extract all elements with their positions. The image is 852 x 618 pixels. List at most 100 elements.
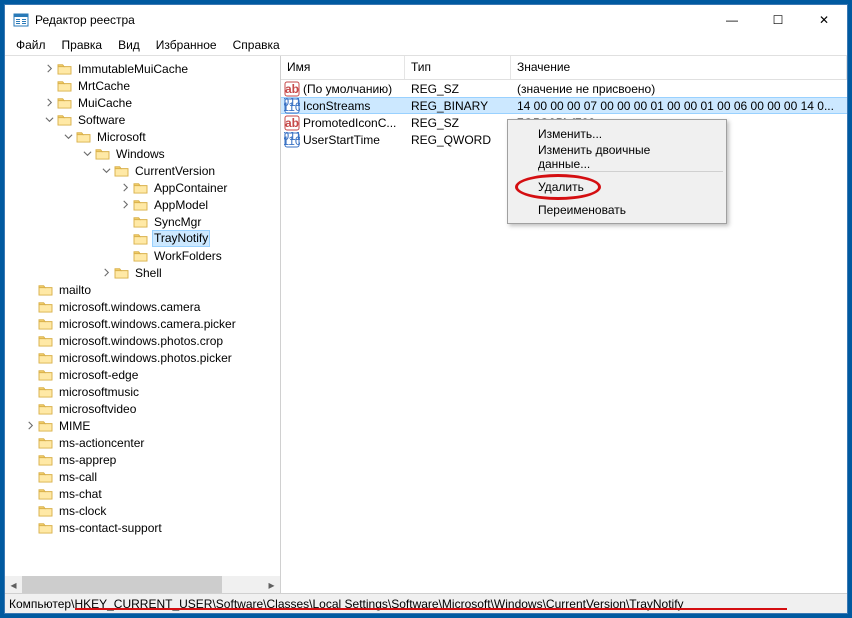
header-value[interactable]: Значение [511,56,847,79]
tree-node-mui[interactable]: MuiCache [5,94,280,111]
folder-icon [38,300,53,313]
expander-spacer [24,402,37,415]
folder-icon [114,266,129,279]
expander-spacer [24,487,37,500]
tree-label: SyncMgr [152,215,203,229]
header-type[interactable]: Тип [405,56,511,79]
tree-node-microsoft[interactable]: Microsoft [5,128,280,145]
tree-node-appcontainer[interactable]: AppContainer [5,179,280,196]
tree-node-workfolders[interactable]: WorkFolders [5,247,280,264]
tree-horizontal-scrollbar[interactable]: ◂ ▸ [5,576,280,593]
folder-icon [38,419,53,432]
tree-label: MrtCache [76,79,132,93]
expander-spacer [119,249,132,262]
menu-file[interactable]: Файл [9,36,53,54]
chevron-right-icon[interactable] [119,198,132,211]
value-row[interactable]: IconStreamsREG_BINARY14 00 00 00 07 00 0… [281,97,847,114]
tree-node-call[interactable]: ms-call [5,468,280,485]
chevron-right-icon[interactable] [43,96,56,109]
header-name[interactable]: Имя [281,56,405,79]
tree-node-mime[interactable]: MIME [5,417,280,434]
scroll-right-button[interactable]: ▸ [263,576,280,593]
folder-icon [57,113,72,126]
string-value-icon [284,81,300,97]
tree-node-windows[interactable]: Windows [5,145,280,162]
tree-node-shell[interactable]: Shell [5,264,280,281]
tree-node-appmodel[interactable]: AppModel [5,196,280,213]
folder-icon [133,249,148,262]
ctx-modify-binary[interactable]: Изменить двоичные данные... [510,145,724,168]
tree-node-traynotify[interactable]: TrayNotify [5,230,280,247]
tree-node-apprep[interactable]: ms-apprep [5,451,280,468]
tree-label: MuiCache [76,96,134,110]
statusbar-path: Компьютер\HKEY_CURRENT_USER\Software\Cla… [9,597,684,611]
value-name-cell: UserStartTime [281,132,405,148]
value-data: (значение не присвоено) [511,82,847,96]
chevron-right-icon[interactable] [24,419,37,432]
tree-node-mrt[interactable]: MrtCache [5,77,280,94]
folder-icon [38,436,53,449]
tree-node-camera[interactable]: microsoft.windows.camera [5,298,280,315]
expander-spacer [24,317,37,330]
tree-node-video[interactable]: microsoftvideo [5,400,280,417]
scroll-left-button[interactable]: ◂ [5,576,22,593]
ctx-delete[interactable]: Удалить [510,175,724,198]
menu-favorites[interactable]: Избранное [149,36,224,54]
menu-help[interactable]: Справка [226,36,287,54]
scroll-track[interactable] [22,576,263,593]
ctx-rename[interactable]: Переименовать [510,198,724,221]
tree-node-chat[interactable]: ms-chat [5,485,280,502]
folder-icon [57,96,72,109]
app-icon [13,12,29,28]
binary-value-icon [284,98,300,114]
tree-node-actioncenter[interactable]: ms-actioncenter [5,434,280,451]
tree-node-photoscrop[interactable]: microsoft.windows.photos.crop [5,332,280,349]
folder-icon [38,368,53,381]
tree-node-camerapicker[interactable]: microsoft.windows.camera.picker [5,315,280,332]
tree-node-software[interactable]: Software [5,111,280,128]
menu-view[interactable]: Вид [111,36,147,54]
chevron-down-icon[interactable] [100,164,113,177]
tree-label: CurrentVersion [133,164,217,178]
expander-spacer [24,453,37,466]
tree-label: ms-contact-support [57,521,164,535]
titlebar[interactable]: Редактор реестра — ☐ ✕ [5,5,847,35]
chevron-right-icon[interactable] [43,62,56,75]
chevron-right-icon[interactable] [119,181,132,194]
value-row[interactable]: (По умолчанию)REG_SZ(значение не присвое… [281,80,847,97]
value-name: PromotedIconC... [303,116,396,130]
menu-edit[interactable]: Правка [55,36,110,54]
close-button[interactable]: ✕ [801,5,847,35]
chevron-right-icon[interactable] [100,266,113,279]
chevron-down-icon[interactable] [81,147,94,160]
tree-node-music[interactable]: microsoftmusic [5,383,280,400]
folder-icon [95,147,110,160]
tree-node-syncmgr[interactable]: SyncMgr [5,213,280,230]
tree-node-mailto[interactable]: mailto [5,281,280,298]
tree-node-photospicker[interactable]: microsoft.windows.photos.picker [5,349,280,366]
folder-icon [38,453,53,466]
tree-node-contactsupport[interactable]: ms-contact-support [5,519,280,536]
minimize-button[interactable]: — [709,5,755,35]
folder-icon [76,130,91,143]
tree-node-clock[interactable]: ms-clock [5,502,280,519]
tree-node-edge[interactable]: microsoft-edge [5,366,280,383]
tree-label: TrayNotify [152,230,210,247]
value-type: REG_BINARY [405,99,511,113]
value-name: IconStreams [303,99,370,113]
expander-spacer [24,351,37,364]
maximize-button[interactable]: ☐ [755,5,801,35]
chevron-down-icon[interactable] [43,113,56,126]
registry-tree[interactable]: ImmutableMuiCache MrtCache MuiCacheSoftwar… [5,56,280,536]
folder-icon [57,79,72,92]
tree-label: ms-clock [57,504,108,518]
tree-label: Shell [133,266,164,280]
folder-icon [133,198,148,211]
tree-node-currentversion[interactable]: CurrentVersion [5,162,280,179]
tree-node-immutable[interactable]: ImmutableMuiCache [5,60,280,77]
tree-label: ms-chat [57,487,104,501]
folder-icon [133,232,148,245]
scroll-thumb[interactable] [22,576,222,593]
chevron-down-icon[interactable] [62,130,75,143]
folder-icon [38,521,53,534]
